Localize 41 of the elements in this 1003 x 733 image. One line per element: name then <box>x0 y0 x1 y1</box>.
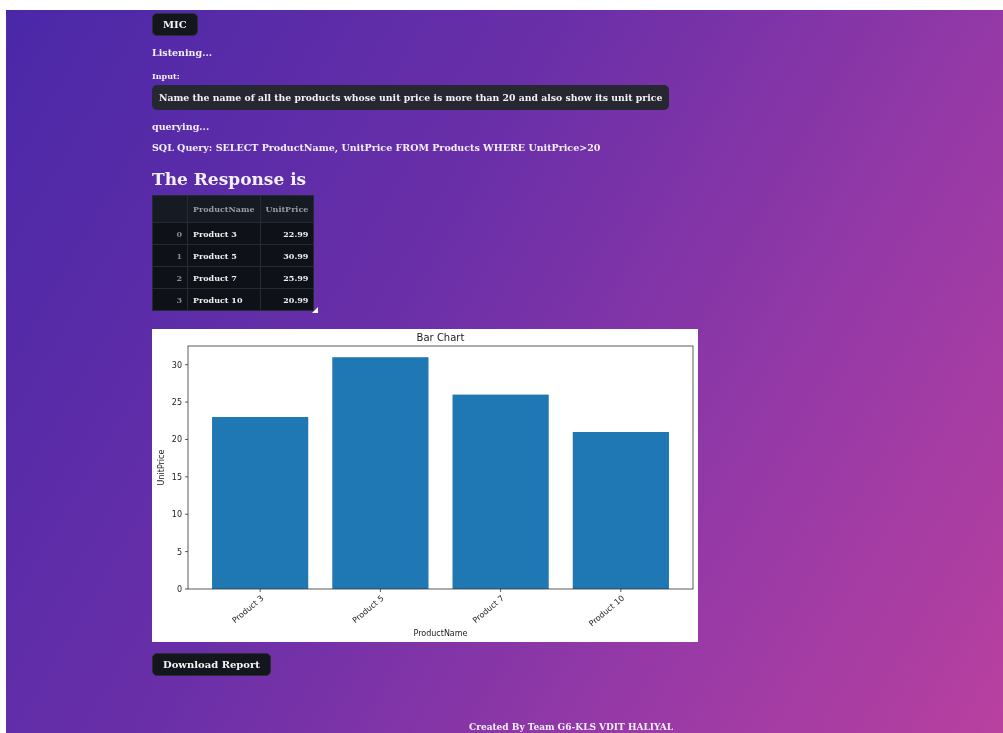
sql-query-text: SQL Query: SELECT ProductName, UnitPrice FROM Products WHERE UnitPrice>20 <box>152 142 601 153</box>
table-cell: 22.99 <box>260 222 314 245</box>
y-tick-label: 15 <box>171 472 182 482</box>
y-tick: 20 <box>171 435 189 445</box>
y-tick: 5 <box>176 547 189 557</box>
table-cell: Product 5 <box>187 244 261 267</box>
y-tick: 0 <box>176 585 189 594</box>
mic-button[interactable]: MIC <box>152 13 198 36</box>
y-tick: 30 <box>171 360 189 370</box>
table-cell: Product 3 <box>187 222 261 245</box>
row-index: 1 <box>152 244 188 267</box>
chart-title: Bar Chart <box>416 332 465 343</box>
y-tick-label: 30 <box>171 360 182 370</box>
input-label: Input: <box>152 71 180 81</box>
footer-text: Created By Team G6-KLS VDIT HALIYAL <box>469 721 674 733</box>
resize-handle-icon[interactable] <box>312 307 319 313</box>
y-tick-label: 20 <box>171 435 182 445</box>
input-text-box: Name the name of all the products whose unit price is more than 20 and also show its unit price <box>152 85 670 110</box>
y-tick: 10 <box>171 510 189 520</box>
table-cell: 20.99 <box>260 288 314 311</box>
x-axis-label: ProductName <box>413 629 468 638</box>
y-tick-label: 25 <box>171 398 182 408</box>
progress-text: querying... <box>152 121 210 132</box>
table-cell: 30.99 <box>260 244 314 267</box>
y-tick-label: 10 <box>171 510 182 520</box>
response-heading: The Response is <box>152 169 307 189</box>
y-tick-label: 0 <box>176 585 182 594</box>
column-header[interactable]: ProductName <box>187 195 261 223</box>
row-index: 0 <box>152 222 188 245</box>
row-index: 2 <box>152 266 188 289</box>
table-cell: Product 10 <box>187 288 261 311</box>
row-index: 3 <box>152 288 188 311</box>
column-header[interactable]: UnitPrice <box>260 195 314 223</box>
y-tick-label: 5 <box>176 547 182 557</box>
y-tick: 15 <box>171 472 189 482</box>
download-report-button[interactable]: Download Report <box>152 653 271 676</box>
y-axis-label: UnitPrice <box>157 449 166 486</box>
table-cell: 25.99 <box>260 266 314 289</box>
status-text: Listening... <box>152 47 213 58</box>
y-tick: 25 <box>171 398 189 408</box>
table-cell: Product 7 <box>187 266 261 289</box>
